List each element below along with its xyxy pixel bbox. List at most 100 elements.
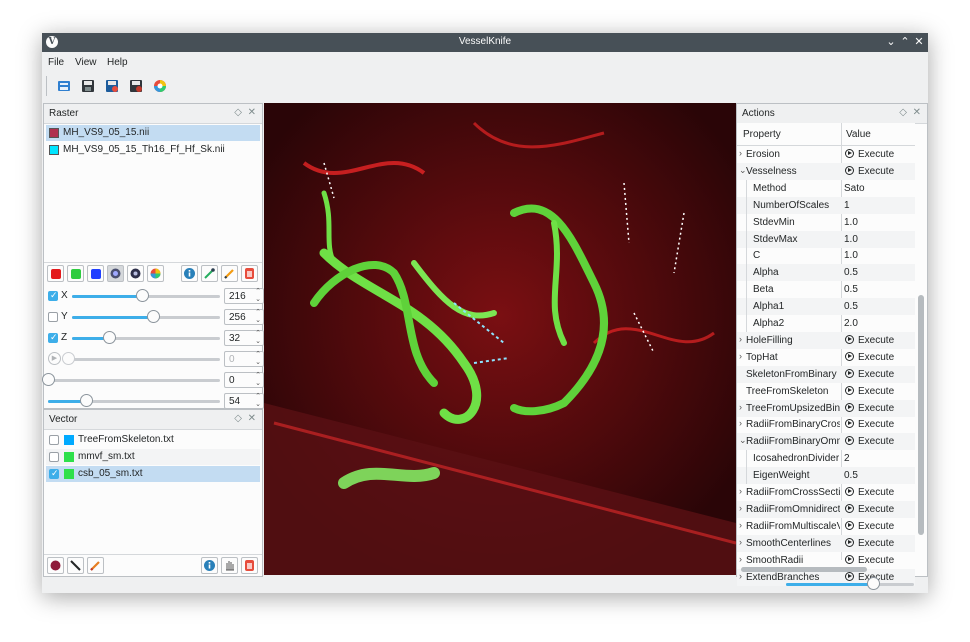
scrollbar-thumb[interactable] xyxy=(918,295,924,535)
vessel-tool-button[interactable] xyxy=(47,557,64,574)
property-value[interactable]: 2.0 xyxy=(844,318,858,329)
slider-handle[interactable] xyxy=(80,394,93,407)
action-row[interactable]: ⌄RadiiFromBinaryOmni...Execute xyxy=(737,433,915,451)
slider-track[interactable] xyxy=(48,379,220,382)
chevron-right-icon[interactable]: › xyxy=(739,418,742,428)
chevron-right-icon[interactable]: › xyxy=(739,554,742,564)
toolbar-grip[interactable] xyxy=(46,76,49,96)
action-row[interactable]: › SmoothCenterlines Execute xyxy=(737,534,915,552)
delete-button[interactable] xyxy=(241,265,258,282)
pipette-button[interactable] xyxy=(201,265,218,282)
menu-help[interactable]: Help xyxy=(107,57,128,68)
play-icon[interactable] xyxy=(845,419,854,429)
property-value[interactable]: 1.0 xyxy=(844,250,858,261)
vertical-scrollbar[interactable] xyxy=(918,145,924,558)
parameter-row[interactable]: EigenWeight 0.5 xyxy=(737,467,915,485)
menu-view[interactable]: View xyxy=(75,57,97,68)
slice-spinbox[interactable]: 0 ⌃ ⌄ xyxy=(224,372,264,388)
slice-toggle-checkbox[interactable] xyxy=(48,312,58,322)
vector-color-swatch[interactable] xyxy=(64,452,74,462)
spinner-arrows-icon[interactable]: ⌃ ⌄ xyxy=(255,351,261,367)
play-icon[interactable] xyxy=(845,520,854,530)
raster-item[interactable]: MH_VS9_05_15.nii xyxy=(46,125,260,141)
float-icon[interactable]: ◇ xyxy=(234,413,242,424)
zoom-handle[interactable] xyxy=(867,577,880,590)
execute-button[interactable]: Execute xyxy=(858,369,894,380)
play-icon[interactable] xyxy=(845,487,854,496)
parameter-row[interactable]: StdevMin 1.0 xyxy=(737,213,915,231)
parameter-row[interactable]: Alpha 0.5 xyxy=(737,264,915,282)
play-icon[interactable] xyxy=(845,385,854,395)
parameter-row[interactable]: NumberOfScales 1 xyxy=(737,196,915,214)
slice-spinbox[interactable]: 256 ⌃ ⌄ xyxy=(224,309,264,325)
float-icon[interactable]: ◇ xyxy=(899,107,907,118)
action-row[interactable]: › HoleFilling Execute xyxy=(737,331,915,349)
green-channel-button[interactable] xyxy=(67,265,84,282)
blue-channel-button[interactable] xyxy=(87,265,104,282)
play-icon[interactable] xyxy=(845,165,854,175)
vector-color-swatch[interactable] xyxy=(64,469,74,479)
value-column-header[interactable]: Value xyxy=(846,129,871,140)
chevron-right-icon[interactable]: › xyxy=(739,402,742,412)
draw-button[interactable] xyxy=(221,265,238,282)
slice-toggle-checkbox[interactable] xyxy=(48,332,58,343)
save-icon[interactable] xyxy=(80,78,96,94)
property-value[interactable]: Sato xyxy=(844,183,865,194)
parameter-row[interactable]: IcosahedronDivider 2 xyxy=(737,450,915,468)
vector-visibility-checkbox[interactable] xyxy=(49,468,59,479)
spinner-arrows-icon[interactable]: ⌃ ⌄ xyxy=(255,330,261,346)
parameter-row[interactable]: Alpha2 2.0 xyxy=(737,315,915,332)
close-icon[interactable]: ✕ xyxy=(248,107,256,118)
property-value[interactable]: 0.5 xyxy=(844,470,858,481)
action-row[interactable]: › TopHat Execute xyxy=(737,349,915,366)
play-icon[interactable] xyxy=(845,537,854,547)
play-icon[interactable] xyxy=(845,402,854,412)
parameter-row[interactable]: C 1.0 xyxy=(737,247,915,265)
slider-track[interactable] xyxy=(68,358,220,361)
action-row[interactable]: › RadiiFromCrossSectio... Execute xyxy=(737,484,915,501)
action-row[interactable]: › Erosion Execute xyxy=(737,146,915,163)
play-icon[interactable] xyxy=(845,351,854,361)
info-button[interactable] xyxy=(201,557,218,574)
action-row[interactable]: › RadiiFromOmnidirecti... Execute xyxy=(737,500,915,518)
line-tool-button[interactable] xyxy=(67,557,84,574)
property-value[interactable]: 0.5 xyxy=(844,267,858,278)
execute-button[interactable]: Execute xyxy=(858,419,894,430)
close-icon[interactable]: ✕ xyxy=(248,413,256,424)
float-icon[interactable]: ◇ xyxy=(234,107,242,118)
action-row[interactable]: › RadiiFromBinaryCross... Execute xyxy=(737,416,915,433)
slice-spinbox[interactable]: 32 ⌃ ⌄ xyxy=(224,330,264,346)
palette-button[interactable] xyxy=(147,265,164,282)
action-row[interactable]: TreeFromSkeleton Execute xyxy=(737,383,915,400)
vector-color-swatch[interactable] xyxy=(64,435,74,445)
spinner-arrows-icon[interactable]: ⌃ ⌄ xyxy=(255,288,261,304)
red-channel-button[interactable] xyxy=(47,265,64,282)
play-icon[interactable] xyxy=(845,149,854,158)
slice-spinbox[interactable]: 0 ⌃ ⌄ xyxy=(224,351,264,367)
property-column-header[interactable]: Property xyxy=(743,129,781,140)
vector-visibility-checkbox[interactable] xyxy=(49,435,59,445)
spinner-arrows-icon[interactable]: ⌃ ⌄ xyxy=(255,393,261,409)
parameter-row[interactable]: StdevMax 1.0 xyxy=(737,230,915,248)
chevron-right-icon[interactable]: › xyxy=(739,537,742,547)
spinner-arrows-icon[interactable]: ⌃ ⌄ xyxy=(255,309,261,325)
render-mode-button[interactable] xyxy=(107,265,124,282)
execute-button[interactable]: Execute xyxy=(858,403,894,414)
3d-viewport[interactable] xyxy=(264,103,736,575)
vector-visibility-checkbox[interactable] xyxy=(49,452,59,462)
hand-tool-button[interactable] xyxy=(221,557,238,574)
slider-handle[interactable] xyxy=(103,331,116,344)
chevron-right-icon[interactable]: › xyxy=(739,520,742,530)
horizontal-scrollbar[interactable] xyxy=(741,567,867,572)
menu-file[interactable]: File xyxy=(48,57,64,68)
chevron-right-icon[interactable]: › xyxy=(739,148,742,158)
execute-button[interactable]: Execute xyxy=(858,521,894,532)
property-value[interactable]: 0.5 xyxy=(844,284,858,295)
play-icon[interactable] xyxy=(845,436,854,446)
execute-button[interactable]: Execute xyxy=(858,538,894,549)
slider-handle[interactable] xyxy=(136,289,149,302)
spinner-arrows-icon[interactable]: ⌃ ⌄ xyxy=(255,372,261,388)
execute-button[interactable]: Execute xyxy=(858,166,894,177)
property-value[interactable]: 1.0 xyxy=(844,234,858,245)
action-row[interactable]: › RadiiFromMultiscaleV... Execute xyxy=(737,518,915,535)
